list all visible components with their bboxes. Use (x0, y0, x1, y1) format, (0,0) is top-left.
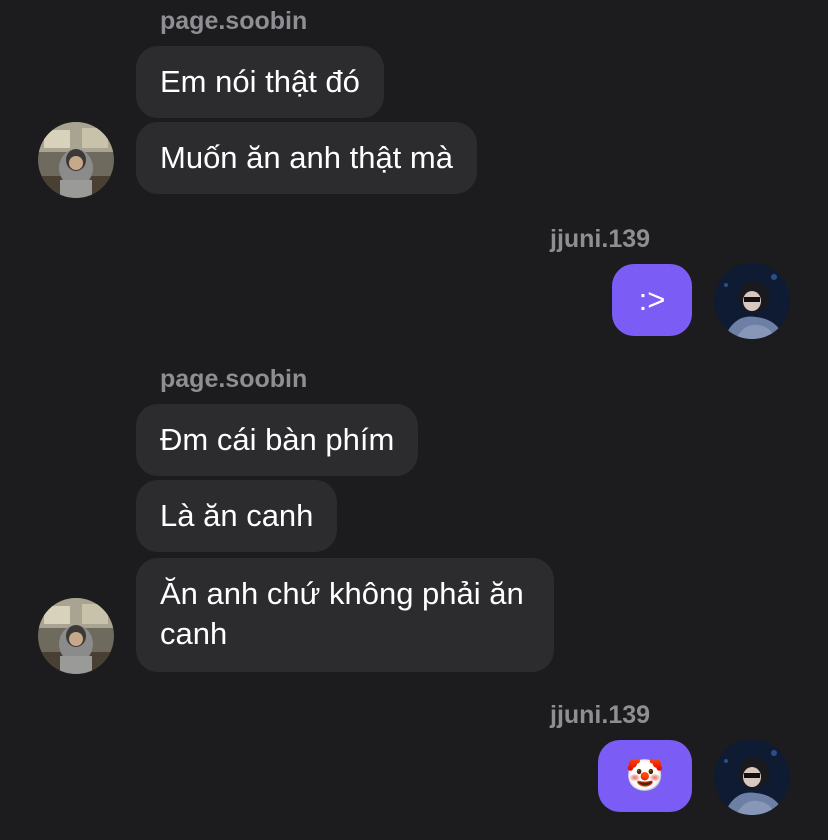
message-bubble-incoming[interactable]: Là ăn canh (136, 480, 338, 552)
message-bubble-outgoing[interactable]: :> (612, 264, 692, 336)
message-bubble-incoming[interactable]: Muốn ăn anh thật mà (136, 122, 477, 194)
message-bubble-incoming[interactable]: Ăn anh chứ không phải ăn canh (136, 558, 554, 672)
avatar-photo-icon (714, 263, 790, 339)
sender-name: page.soobin (160, 365, 308, 393)
message-bubble-incoming[interactable]: Đm cái bàn phím (136, 404, 419, 476)
avatar-photo-icon (714, 739, 790, 815)
own-avatar[interactable] (714, 739, 790, 815)
avatar-photo-icon (38, 122, 114, 198)
message-bubble-outgoing[interactable]: 🤡 (598, 740, 692, 812)
sender-name: jjuni.139 (550, 225, 651, 253)
avatar-photo-icon (38, 598, 114, 674)
own-avatar[interactable] (714, 263, 790, 339)
chat-screen: { "conversation": { "groups": [ { "sende… (0, 0, 828, 840)
sender-avatar[interactable] (38, 122, 114, 198)
sender-name: jjuni.139 (550, 701, 651, 729)
message-bubble-incoming[interactable]: Em nói thật đó (136, 46, 384, 118)
sender-avatar[interactable] (38, 598, 114, 674)
sender-name: page.soobin (160, 7, 308, 35)
